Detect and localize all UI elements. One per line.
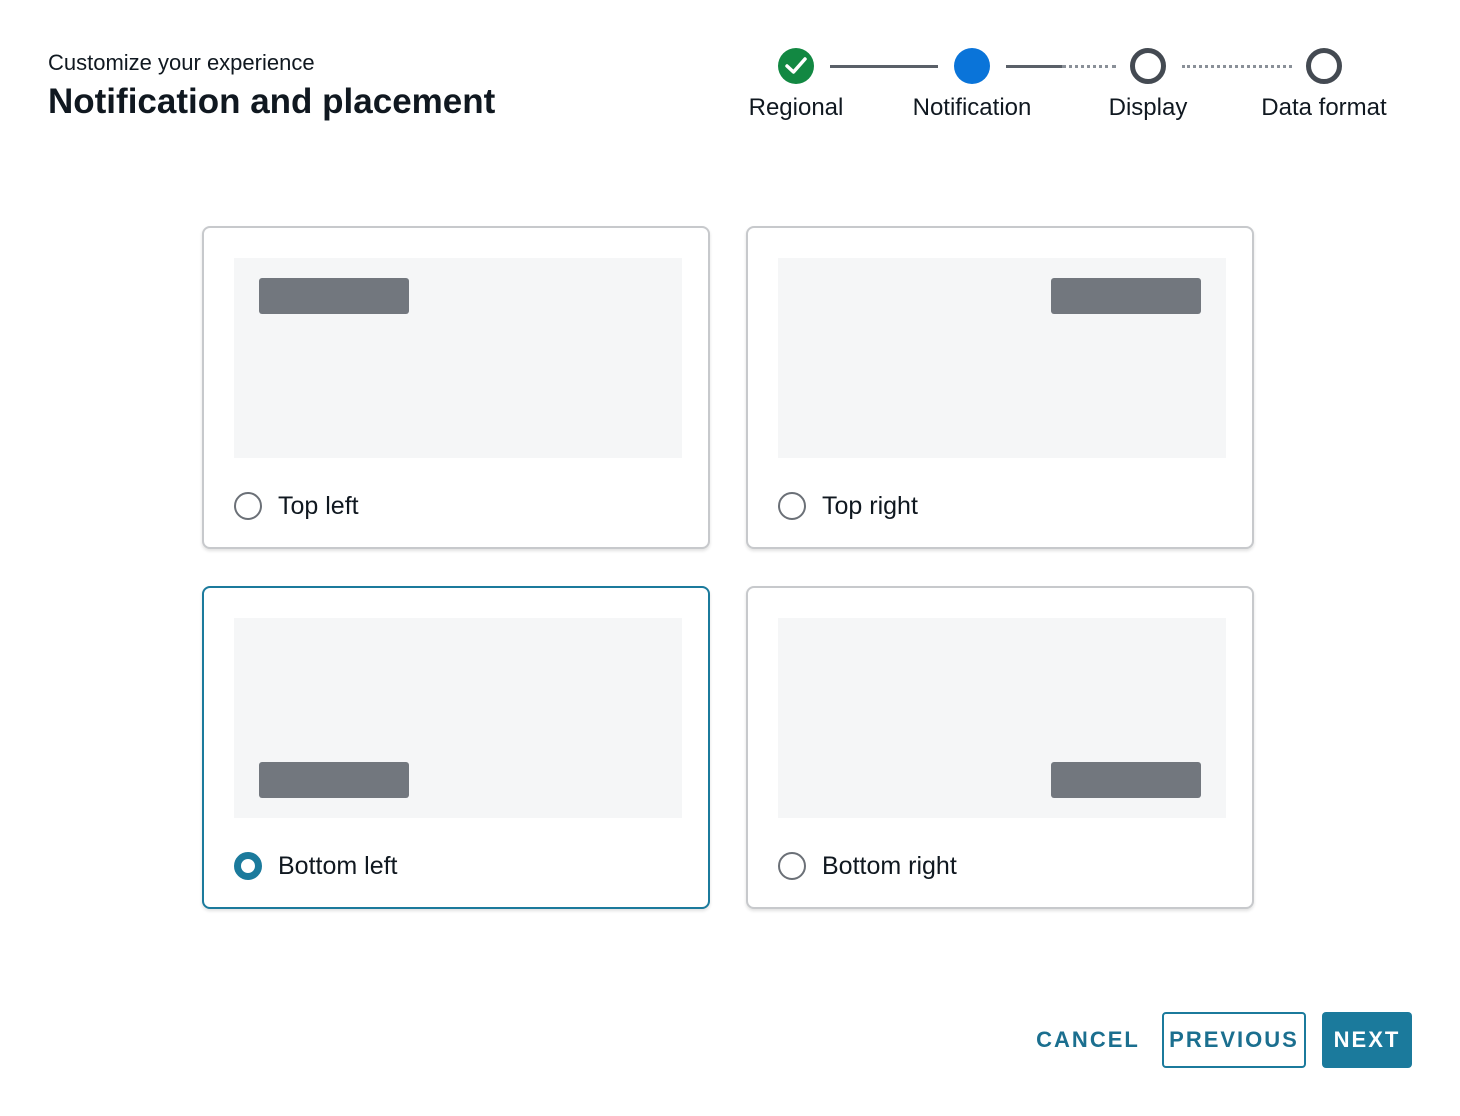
page-subtitle: Customize your experience — [48, 50, 315, 75]
step-upcoming-circle-icon — [1306, 48, 1342, 84]
option-card-top-left[interactable]: Top left — [202, 226, 710, 549]
placement-preview — [234, 618, 682, 818]
radio-option[interactable]: Bottom right — [778, 850, 957, 882]
step-upcoming-circle-icon — [1130, 48, 1166, 84]
placement-preview — [234, 258, 682, 458]
step-connector-partial-dotted — [1062, 65, 1116, 68]
notification-placeholder — [1051, 278, 1201, 314]
radio-label: Top left — [278, 491, 359, 520]
step-connector-complete — [830, 65, 938, 68]
radio-option[interactable]: Top right — [778, 490, 918, 522]
option-card-bottom-right[interactable]: Bottom right — [746, 586, 1254, 909]
notification-placeholder — [259, 278, 409, 314]
progress-stepper: Regional Notification Display Data forma… — [740, 44, 1420, 134]
step-connector-partial-solid — [1006, 65, 1062, 68]
placement-preview — [778, 258, 1226, 458]
option-card-bottom-left[interactable]: Bottom left — [202, 586, 710, 909]
step-complete-check-icon — [778, 48, 814, 84]
option-card-top-right[interactable]: Top right — [746, 226, 1254, 549]
step-label: Data format — [1261, 94, 1387, 121]
radio-button[interactable] — [778, 852, 806, 880]
next-button[interactable]: NEXT — [1322, 1012, 1412, 1068]
cancel-button[interactable]: CANCEL — [1030, 1012, 1146, 1068]
step-label: Regional — [748, 94, 844, 121]
page: Customize your experience Notification a… — [0, 0, 1460, 1116]
radio-option[interactable]: Top left — [234, 490, 359, 522]
notification-placeholder — [259, 762, 409, 798]
radio-label: Top right — [822, 491, 918, 520]
step-current-dot-icon — [954, 48, 990, 84]
page-title: Notification and placement — [48, 82, 496, 121]
step-label: Display — [1108, 94, 1188, 121]
radio-button-selected[interactable] — [234, 852, 262, 880]
radio-button[interactable] — [778, 492, 806, 520]
previous-button[interactable]: PREVIOUS — [1162, 1012, 1306, 1068]
placement-preview — [778, 618, 1226, 818]
radio-label: Bottom left — [278, 851, 398, 880]
notification-placeholder — [1051, 762, 1201, 798]
radio-label: Bottom right — [822, 851, 957, 880]
radio-option[interactable]: Bottom left — [234, 850, 398, 882]
step-connector-upcoming — [1182, 65, 1292, 68]
step-label: Notification — [912, 94, 1032, 121]
radio-button[interactable] — [234, 492, 262, 520]
